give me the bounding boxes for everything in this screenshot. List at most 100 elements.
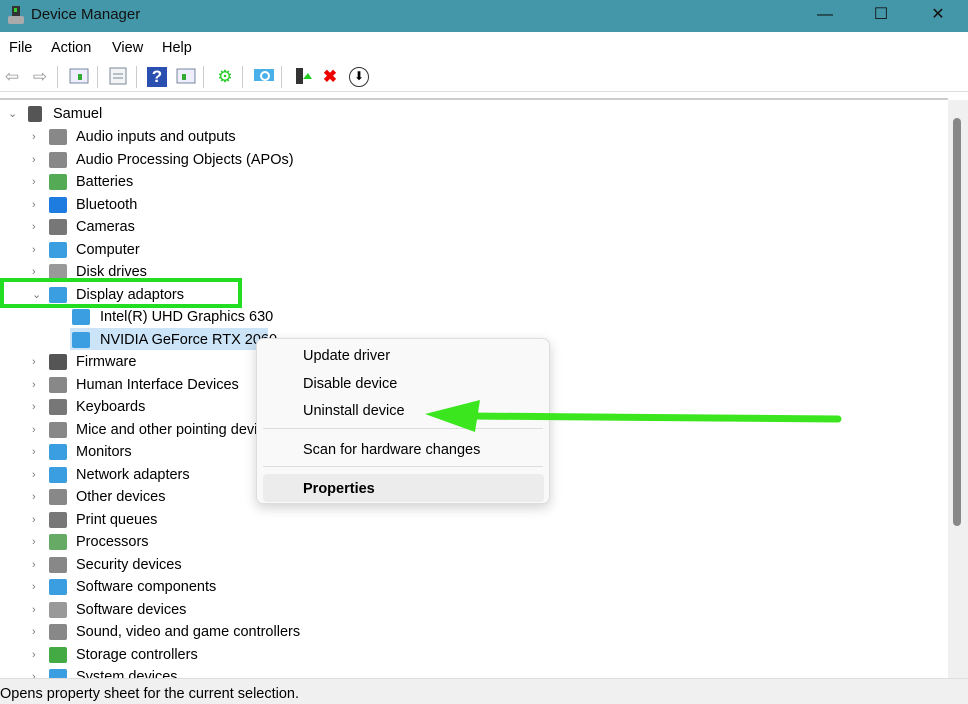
tree-item-label: Computer [76,241,140,258]
chevron-right-icon[interactable]: › [32,464,42,486]
menu-item-update-driver[interactable]: Update driver [303,348,390,364]
device-category-icon [49,511,67,528]
vertical-scrollbar[interactable] [948,100,968,678]
device-category-icon [49,421,67,438]
tree-item-label: Audio inputs and outputs [76,129,236,145]
chevron-right-icon[interactable]: › [32,126,42,148]
device-category-icon [49,579,67,595]
display-adapter-icon [72,309,90,325]
tree-item-label: Keyboards [76,399,146,415]
chevron-right-icon[interactable]: › [32,531,42,553]
tree-item-label: Software devices [76,601,187,618]
device-category-icon [49,399,67,415]
device-category-icon [49,601,67,618]
menu-item-properties[interactable]: Properties [303,481,375,497]
menu-bar: File Action View Help [0,32,968,62]
chevron-right-icon[interactable]: › [32,149,42,171]
show-hide-console-tree-icon[interactable] [69,67,89,87]
device-category-icon [49,376,67,393]
chevron-right-icon[interactable]: › [32,509,42,531]
tree-item-label: Bluetooth [76,196,138,213]
device-category-icon [49,624,67,640]
status-bar: Opens property sheet for the current sel… [0,678,968,704]
device-category-icon [49,219,67,235]
close-button[interactable]: ✕ [910,0,966,32]
tree-item-label: Audio Processing Objects (APOs) [76,151,294,168]
title-bar: Device Manager — ☐ ✕ [0,0,968,32]
tree-item-label: Cameras [76,219,135,235]
tree-item-label: Sound, video and game controllers [76,624,301,640]
device-category-icon [49,174,67,190]
maximize-button[interactable]: ☐ [853,0,909,32]
tree-item-label: Print queues [76,511,158,528]
device-category-icon [49,534,67,550]
scan-hardware-icon[interactable] [253,67,274,87]
menu-file[interactable]: File [9,40,32,56]
device-manager-app-icon [7,6,25,26]
chevron-right-icon[interactable]: › [32,419,42,441]
annotation-arrow [425,400,842,432]
chevron-right-icon[interactable]: › [32,216,42,238]
chevron-right-icon[interactable]: › [32,194,42,216]
tree-item-label: Batteries [76,174,134,190]
show-action-pane-icon[interactable] [176,67,196,87]
menu-view[interactable]: View [112,40,143,56]
chevron-right-icon[interactable]: › [32,374,42,396]
download-icon[interactable]: ⬇ [349,67,369,87]
chevron-right-icon[interactable]: › [32,486,42,508]
enable-device-icon[interactable] [292,67,312,87]
forward-icon[interactable]: ⇨ [30,67,50,87]
tree-item-label: Human Interface Devices [76,376,239,393]
back-icon[interactable]: ⇦ [2,67,22,87]
menu-item-scan-hardware[interactable]: Scan for hardware changes [303,442,480,458]
status-text: Opens property sheet for the current sel… [0,686,300,702]
device-category-icon [49,151,67,168]
tree-item-label: Intel(R) UHD Graphics 630 [100,309,274,325]
tree-item-label: Other devices [76,489,166,505]
minimize-button[interactable]: — [797,0,853,32]
chevron-down-icon[interactable]: ⌄ [8,103,18,125]
device-category-icon [49,489,67,505]
chevron-right-icon[interactable]: › [32,576,42,598]
tree-item-label: Processors [76,534,149,550]
toolbar: ⇦ ⇨ ? ⚙ ✖ ⬇ [0,62,968,92]
menu-action[interactable]: Action [51,40,91,56]
chevron-right-icon[interactable]: › [32,441,42,463]
device-category-icon [49,129,67,145]
device-category-icon [49,196,67,213]
device-category-icon [49,646,67,663]
tree-item-label: Network adapters [76,466,190,483]
chevron-right-icon[interactable]: › [32,171,42,193]
scrollbar-thumb[interactable] [953,118,961,526]
tree-item-label: System devices [76,669,178,678]
tree-item-label: NVIDIA GeForce RTX 2060 [100,331,278,348]
menu-item-uninstall-device[interactable]: Uninstall device [303,403,405,419]
chevron-right-icon[interactable]: › [32,239,42,261]
chevron-right-icon[interactable]: › [32,351,42,373]
device-category-icon [49,669,67,678]
device-category-icon [49,466,67,483]
chevron-right-icon[interactable]: › [32,396,42,418]
tree-item-label: Firmware [76,354,137,370]
device-category-icon [49,354,67,370]
tree-item-label: Mice and other pointing devices [76,421,280,438]
chevron-right-icon[interactable]: › [32,599,42,621]
device-category-icon [49,444,67,460]
uninstall-icon[interactable]: ✖ [320,67,340,87]
display-adapter-icon [72,331,90,348]
computer-icon [28,106,42,122]
menu-help[interactable]: Help [162,40,192,56]
device-category-icon [49,556,67,573]
properties-icon[interactable] [108,67,128,87]
chevron-right-icon[interactable]: › [32,621,42,643]
help-icon[interactable]: ? [147,67,167,87]
tree-item-label: Monitors [76,444,132,460]
menu-item-disable-device[interactable]: Disable device [303,376,397,392]
chevron-right-icon[interactable]: › [32,554,42,576]
update-driver-icon[interactable]: ⚙ [215,67,235,87]
chevron-right-icon[interactable]: › [32,666,42,678]
window-title: Device Manager [31,6,141,23]
highlight-box [0,278,242,308]
chevron-right-icon[interactable]: › [32,644,42,666]
tree-root-label: Samuel [53,106,103,122]
